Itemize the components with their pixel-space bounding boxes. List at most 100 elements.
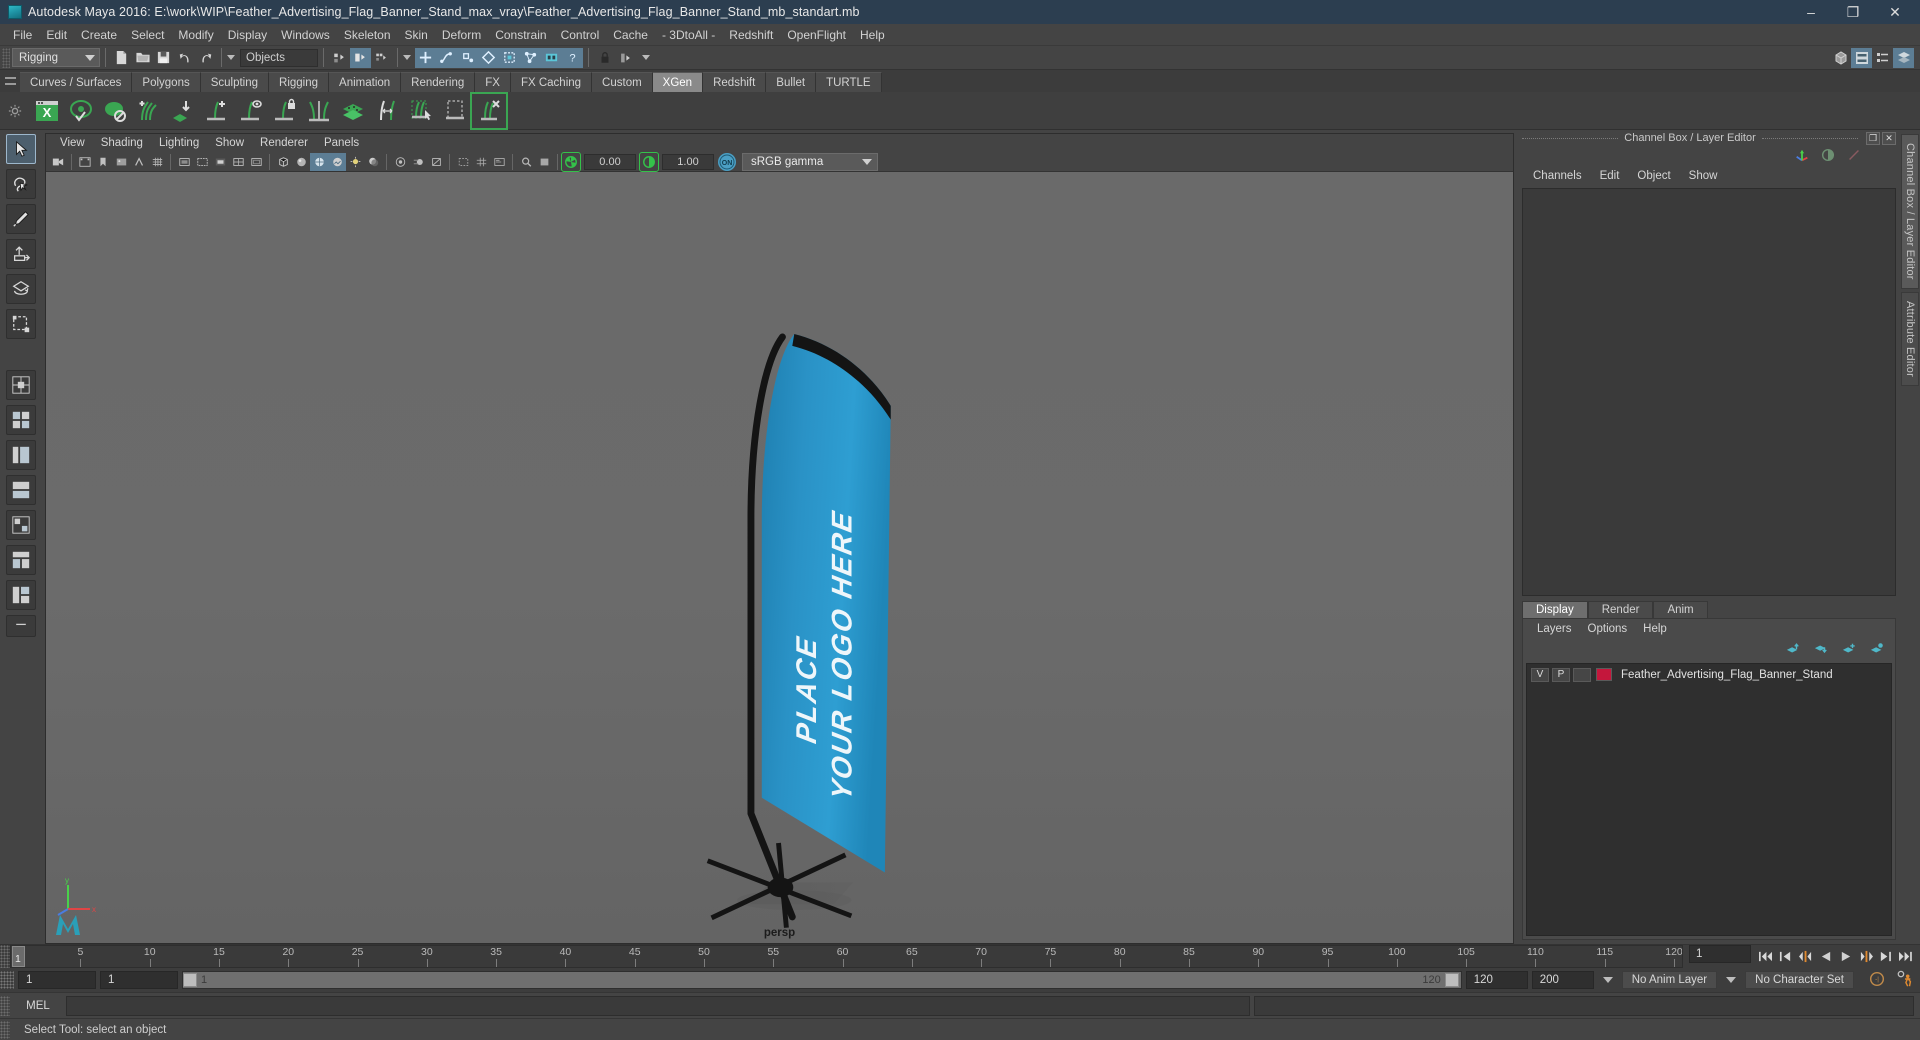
xgen-editor-icon[interactable]: X (30, 94, 64, 128)
snap-curve-icon[interactable] (436, 47, 457, 68)
range-start-field[interactable]: 1 (100, 971, 178, 989)
move-tool[interactable] (6, 239, 36, 269)
command-language-label[interactable]: MEL (10, 1000, 66, 1012)
step-forward-keyframe-icon[interactable] (1877, 948, 1894, 966)
shelf-tab-fx-caching[interactable]: FX Caching (510, 72, 593, 92)
multisample-icon[interactable] (427, 153, 445, 171)
ambient-occlusion-icon[interactable] (391, 153, 409, 171)
shelf-tab-turtle[interactable]: TURTLE (816, 72, 882, 92)
menu-help[interactable]: Help (853, 26, 892, 44)
anim-layer-dropdown-icon[interactable] (1602, 977, 1613, 983)
panel-drag-handle-left[interactable] (1522, 137, 1619, 139)
panel-close-button[interactable]: ✕ (1882, 131, 1896, 145)
command-output[interactable] (1254, 995, 1914, 1016)
field-chart-icon[interactable] (229, 153, 247, 171)
shelf-tab-bullet[interactable]: Bullet (766, 72, 817, 92)
xgen-create-description-icon[interactable] (98, 94, 132, 128)
layer-color-swatch[interactable] (1596, 668, 1612, 681)
bookmark-icon[interactable] (94, 153, 112, 171)
more-layouts[interactable] (6, 615, 36, 637)
play-backwards-icon[interactable] (1817, 948, 1834, 966)
current-frame-field[interactable]: 1 (1689, 945, 1751, 963)
go-to-start-icon[interactable] (1757, 948, 1774, 966)
shelf-tab-rigging[interactable]: Rigging (269, 72, 330, 92)
layer-name[interactable]: Feather_Advertising_Flag_Banner_Stand (1621, 669, 1833, 681)
redo-icon[interactable] (195, 48, 216, 68)
make-live-icon[interactable] (520, 47, 541, 68)
shelf-tab-redshift[interactable]: Redshift (703, 72, 767, 92)
time-slider[interactable]: 5 10 15 20 25 30 35 40 45 50 55 60 65 70 75 80 85 90 95 100… (10, 945, 1683, 968)
viewport-menu-view[interactable]: View (52, 136, 93, 150)
character-set-dropdown-icon[interactable] (1726, 977, 1737, 983)
snap-point-icon[interactable] (457, 47, 478, 68)
layer-display-type-toggle[interactable] (1573, 667, 1591, 682)
grid-icon[interactable] (472, 153, 490, 171)
shelf-tab-rendering[interactable]: Rendering (401, 72, 476, 92)
new-layer-icon[interactable] (1841, 642, 1857, 659)
selection-mask-field[interactable]: Objects (240, 48, 318, 67)
menu-windows[interactable]: Windows (274, 26, 337, 44)
viewport-canvas[interactable]: PLACE YOUR LOGO HERE y x persp (46, 172, 1513, 943)
layer-playback-toggle[interactable]: P (1552, 667, 1570, 682)
exposure-key-icon[interactable] (130, 153, 148, 171)
menu-create[interactable]: Create (74, 26, 124, 44)
lasso-select-tool[interactable] (6, 169, 36, 199)
channel-box-menu-object[interactable]: Object (1628, 169, 1679, 183)
use-all-lights-icon[interactable] (346, 153, 364, 171)
snap-dropdown-icon[interactable] (403, 55, 411, 60)
show-hide-modeling-toolkit-icon[interactable] (1830, 48, 1851, 68)
textured-icon[interactable] (328, 152, 346, 171)
animation-start-field[interactable]: 1 (18, 971, 96, 989)
close-button[interactable]: ✕ (1874, 0, 1916, 24)
range-bar-right-handle[interactable] (1444, 973, 1459, 987)
resolution-gate-icon[interactable] (193, 153, 211, 171)
xgen-part-guides-icon[interactable] (302, 94, 336, 128)
menu-skeleton[interactable]: Skeleton (337, 26, 398, 44)
shelf-tab-sculpting[interactable]: Sculpting (200, 72, 270, 92)
menu-control[interactable]: Control (554, 26, 607, 44)
move-layer-down-icon[interactable] (1813, 642, 1829, 659)
xgen-density-icon[interactable] (336, 94, 370, 128)
outliner-persp-graph-layout[interactable] (6, 580, 36, 610)
statusline-drag-handle[interactable] (2, 47, 10, 68)
menu-display[interactable]: Display (221, 26, 274, 44)
menu-3dtoall[interactable]: - 3DtoAll - (655, 26, 722, 44)
smooth-shade-all-icon[interactable] (292, 153, 310, 171)
show-hide-channel-box-icon[interactable] (1893, 47, 1914, 68)
menu-select[interactable]: Select (124, 26, 171, 44)
layer-editor-icon[interactable] (1820, 147, 1836, 166)
menu-edit[interactable]: Edit (39, 26, 74, 44)
channel-box-menu-edit[interactable]: Edit (1591, 169, 1629, 183)
anim-layer-field[interactable]: No Anim Layer (1621, 971, 1718, 989)
minimize-button[interactable]: – (1790, 0, 1832, 24)
menu-set-selector[interactable]: Rigging (12, 48, 100, 67)
grid-toggle-icon[interactable] (148, 153, 166, 171)
range-bar-left-handle[interactable] (183, 973, 197, 987)
xgen-length-tool-icon[interactable] (370, 94, 404, 128)
xgen-region-select-icon[interactable] (438, 94, 472, 128)
xgen-preview-icon[interactable] (64, 94, 98, 128)
viewport-menu-panels[interactable]: Panels (316, 136, 367, 150)
undo-icon[interactable] (174, 48, 195, 68)
menu-file[interactable]: File (6, 26, 39, 44)
layer-list[interactable]: V P Feather_Advertising_Flag_Banner_Stan… (1526, 663, 1892, 936)
gear-icon[interactable] (0, 92, 30, 130)
layer-menu-help[interactable]: Help (1635, 622, 1675, 636)
layer-row[interactable]: V P Feather_Advertising_Flag_Banner_Stan… (1527, 666, 1891, 683)
menu-redshift[interactable]: Redshift (722, 26, 780, 44)
layer-tab-render[interactable]: Render (1587, 601, 1654, 618)
film-gate-icon[interactable] (175, 153, 193, 171)
channel-box-menu-show[interactable]: Show (1680, 169, 1727, 183)
shadows-icon[interactable] (364, 153, 382, 171)
help-icon[interactable]: ? (562, 47, 583, 68)
channel-box-menu-channels[interactable]: Channels (1524, 169, 1591, 183)
shelf-tab-polygons[interactable]: Polygons (132, 72, 201, 92)
select-tool[interactable] (6, 134, 36, 164)
new-scene-icon[interactable] (111, 48, 132, 68)
save-scene-icon[interactable] (153, 48, 174, 68)
four-view-layout[interactable] (6, 405, 36, 435)
viewport-menu-show[interactable]: Show (207, 136, 252, 150)
exposure-icon[interactable] (561, 151, 581, 172)
menu-skin[interactable]: Skin (398, 26, 435, 44)
snap-projected-center-icon[interactable] (478, 47, 499, 68)
